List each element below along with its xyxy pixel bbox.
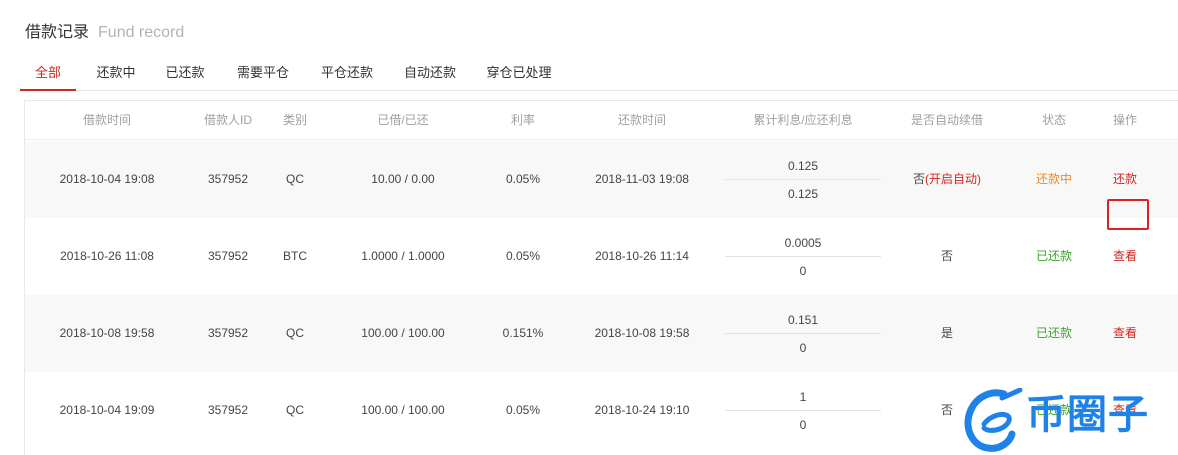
loan-type: QC bbox=[286, 403, 304, 417]
col-action: 操作 bbox=[1112, 113, 1137, 127]
interest-due: 0 bbox=[799, 418, 807, 432]
records-table: 借款时间 借款人ID 类别 已借/已还 利率 还款时间 累计利息/应还利息 是否… bbox=[24, 100, 1178, 455]
repay-time: 2018-11-03 19:08 bbox=[595, 172, 689, 186]
borrowed-repaid: 100.00 / 100.00 bbox=[361, 326, 445, 340]
col-repay-time: 还款时间 bbox=[617, 113, 666, 127]
tab-liquidation-repay[interactable]: 平仓还款 bbox=[317, 60, 377, 91]
repay-time: 2018-10-24 19:10 bbox=[594, 403, 690, 417]
table-row: 2018-10-08 19:58 357952 QC 100.00 / 100.… bbox=[25, 295, 1178, 372]
interest-accrued: 1 bbox=[799, 390, 807, 404]
table-row: 2018-10-04 19:08 357952 QC 10.00 / 0.00 … bbox=[25, 141, 1178, 230]
col-borrow-time: 借款时间 bbox=[82, 113, 131, 127]
tab-margin-call-handled[interactable]: 穿仓已处理 bbox=[483, 60, 555, 91]
interest-rate: 0.151% bbox=[502, 326, 544, 340]
interest-accrued: 0.151 bbox=[787, 313, 819, 327]
user-id: 357952 bbox=[207, 172, 249, 186]
status-badge: 已还款 bbox=[1035, 249, 1072, 263]
repay-time: 2018-10-26 11:14 bbox=[595, 249, 689, 263]
page-subtitle: Fund record bbox=[98, 24, 185, 41]
interest-due: 0.125 bbox=[787, 187, 819, 201]
col-auto-renew: 是否自动续借 bbox=[910, 113, 983, 127]
interest-cell: 1 0 bbox=[725, 372, 881, 449]
col-interest: 累计利息/应还利息 bbox=[753, 113, 853, 127]
table-row: 2018-10-04 19:09 357952 QC 100.00 / 100.… bbox=[25, 372, 1178, 449]
auto-renew: 否 bbox=[940, 403, 953, 417]
filter-tabs: 全部 还款中 已还款 需要平仓 平仓还款 自动还款 穿仓已处理 bbox=[20, 60, 1178, 91]
page-title: 借款记录 bbox=[25, 24, 90, 41]
borrow-time: 2018-10-04 19:09 bbox=[59, 403, 155, 417]
interest-divider bbox=[725, 410, 881, 411]
col-status: 状态 bbox=[1041, 113, 1066, 127]
user-id: 357952 bbox=[207, 326, 249, 340]
interest-due: 0 bbox=[799, 341, 807, 355]
repay-button[interactable]: 还款 bbox=[1100, 141, 1150, 218]
status-badge: 已还款 bbox=[1035, 326, 1072, 340]
borrow-time: 2018-10-04 19:08 bbox=[59, 172, 155, 186]
status-badge: 还款中 bbox=[1035, 172, 1072, 186]
status-badge: 已还款 bbox=[1035, 403, 1072, 417]
loan-type: BTC bbox=[283, 249, 307, 263]
borrow-time: 2018-10-26 11:08 bbox=[60, 249, 154, 263]
tab-repaid[interactable]: 已还款 bbox=[161, 60, 209, 91]
borrow-time: 2018-10-08 19:58 bbox=[59, 326, 155, 340]
tab-all[interactable]: 全部 bbox=[20, 60, 76, 91]
view-button[interactable]: 查看 bbox=[1100, 218, 1150, 295]
interest-accrued: 0.0005 bbox=[784, 236, 822, 250]
interest-due: 0 bbox=[799, 264, 807, 278]
interest-rate: 0.05% bbox=[505, 249, 541, 263]
borrowed-repaid: 100.00 / 100.00 bbox=[361, 403, 445, 417]
view-button[interactable]: 查看 bbox=[1100, 295, 1150, 372]
tab-auto-repay[interactable]: 自动还款 bbox=[400, 60, 460, 91]
tab-repaying[interactable]: 还款中 bbox=[92, 60, 140, 91]
view-button[interactable]: 查看 bbox=[1100, 372, 1150, 449]
interest-accrued: 0.125 bbox=[787, 159, 819, 173]
repay-time: 2018-10-08 19:58 bbox=[594, 326, 690, 340]
auto-renew: 否(开启自动) bbox=[897, 141, 997, 218]
loan-type: QC bbox=[286, 172, 304, 186]
col-user-id: 借款人ID bbox=[203, 113, 252, 127]
col-type: 类别 bbox=[282, 113, 307, 127]
user-id: 357952 bbox=[207, 403, 249, 417]
col-borrowed-repaid: 已借/已还 bbox=[377, 113, 429, 127]
enable-auto-link[interactable]: (开启自动) bbox=[925, 172, 981, 186]
interest-rate: 0.05% bbox=[505, 403, 541, 417]
interest-divider bbox=[725, 256, 881, 257]
borrowed-repaid: 1.0000 / 1.0000 bbox=[361, 249, 445, 263]
interest-cell: 0.151 0 bbox=[725, 295, 881, 372]
col-rate: 利率 bbox=[510, 113, 535, 127]
interest-cell: 0.0005 0 bbox=[725, 218, 881, 295]
auto-renew: 是 bbox=[940, 326, 953, 340]
interest-rate: 0.05% bbox=[505, 172, 541, 186]
page-header: 借款记录 Fund record bbox=[25, 18, 185, 41]
interest-cell: 0.125 0.125 bbox=[725, 141, 881, 218]
table-row: 2018-10-26 11:08 357952 BTC 1.0000 / 1.0… bbox=[25, 218, 1178, 295]
interest-divider bbox=[725, 333, 881, 334]
auto-renew-value: 否 bbox=[912, 172, 925, 186]
user-id: 357952 bbox=[207, 249, 249, 263]
loan-type: QC bbox=[286, 326, 304, 340]
table-header: 借款时间 借款人ID 类别 已借/已还 利率 还款时间 累计利息/应还利息 是否… bbox=[25, 101, 1178, 140]
borrowed-repaid: 10.00 / 0.00 bbox=[371, 172, 435, 186]
auto-renew: 否 bbox=[940, 249, 953, 263]
tab-need-liquidation[interactable]: 需要平仓 bbox=[233, 60, 293, 91]
interest-divider bbox=[725, 179, 881, 180]
